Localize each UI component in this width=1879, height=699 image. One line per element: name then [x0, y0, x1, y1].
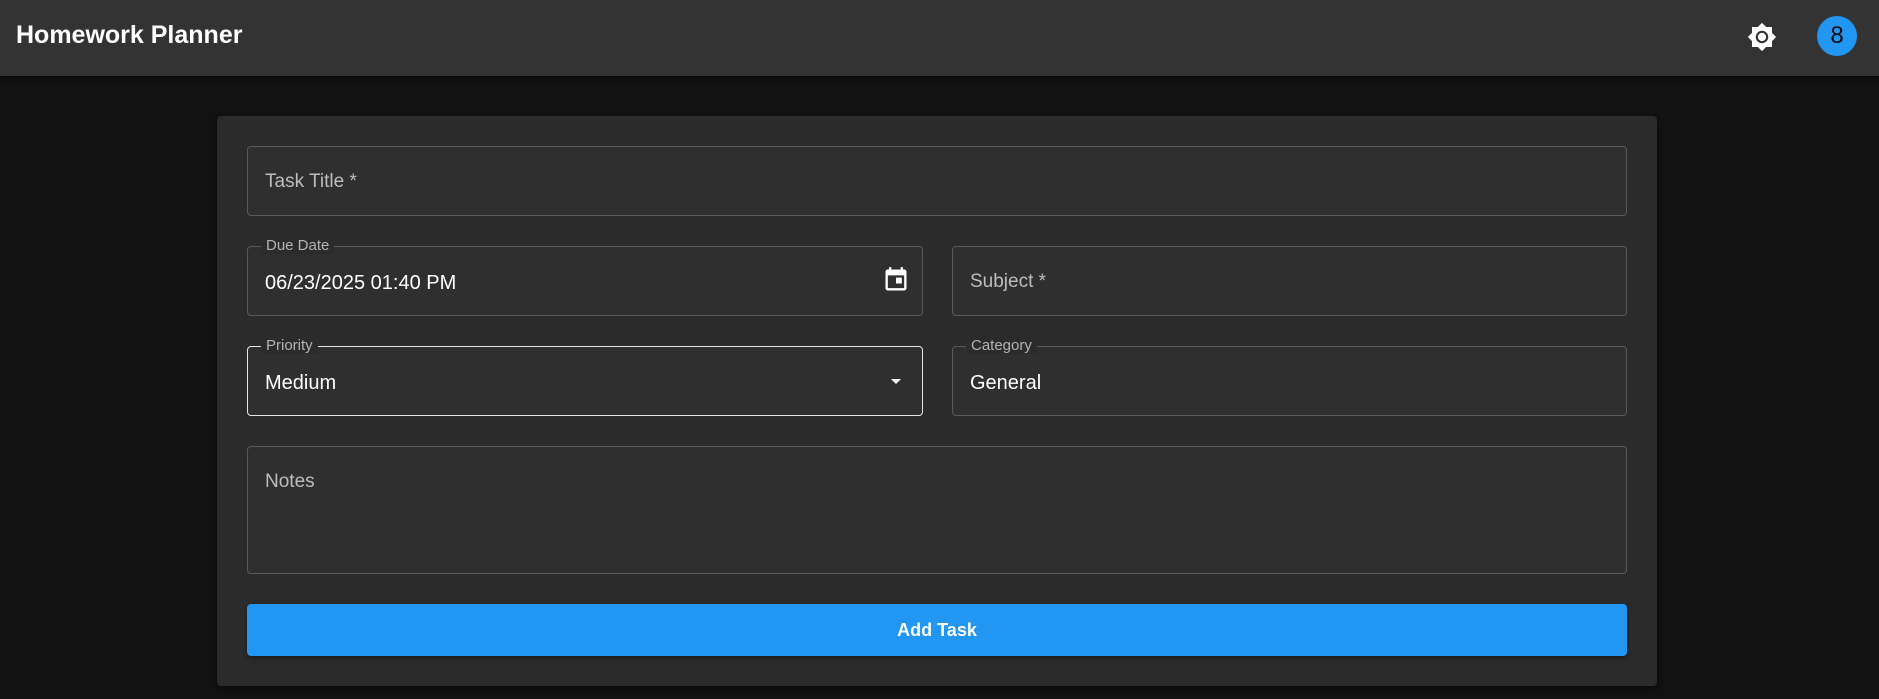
- subject-placeholder: Subject *: [970, 271, 1047, 292]
- task-form-card: Task Title * Due Date 06/23/2025 01:40 P…: [217, 116, 1657, 686]
- brightness-icon: [1747, 22, 1777, 52]
- task-title-placeholder: Task Title *: [265, 171, 357, 192]
- app-title: Homework Planner: [16, 21, 243, 49]
- notes-placeholder: Notes: [265, 471, 315, 492]
- category-label: Category: [966, 338, 1037, 354]
- category-value: General: [970, 372, 1042, 394]
- notes-field[interactable]: Notes: [247, 446, 1627, 574]
- task-title-field[interactable]: Task Title *: [247, 146, 1627, 216]
- add-task-button[interactable]: Add Task: [247, 604, 1627, 656]
- priority-label: Priority: [261, 338, 318, 354]
- due-date-field[interactable]: Due Date 06/23/2025 01:40 PM: [247, 238, 923, 316]
- subject-field[interactable]: Subject *: [952, 246, 1627, 316]
- priority-select[interactable]: Priority Medium: [247, 338, 923, 416]
- calendar-button[interactable]: [881, 265, 911, 295]
- calendar-icon: [885, 267, 907, 291]
- category-field[interactable]: Category General: [952, 338, 1627, 416]
- priority-value: Medium: [265, 372, 337, 394]
- theme-toggle-button[interactable]: [1742, 17, 1782, 57]
- due-date-value: 06/23/2025 01:40 PM: [265, 272, 457, 294]
- user-avatar[interactable]: 8: [1817, 16, 1857, 56]
- due-date-label: Due Date: [261, 238, 335, 254]
- priority-dropdown-toggle[interactable]: [884, 369, 908, 393]
- app-bar: Homework Planner 8: [0, 0, 1879, 76]
- dropdown-arrow-icon: [891, 379, 901, 384]
